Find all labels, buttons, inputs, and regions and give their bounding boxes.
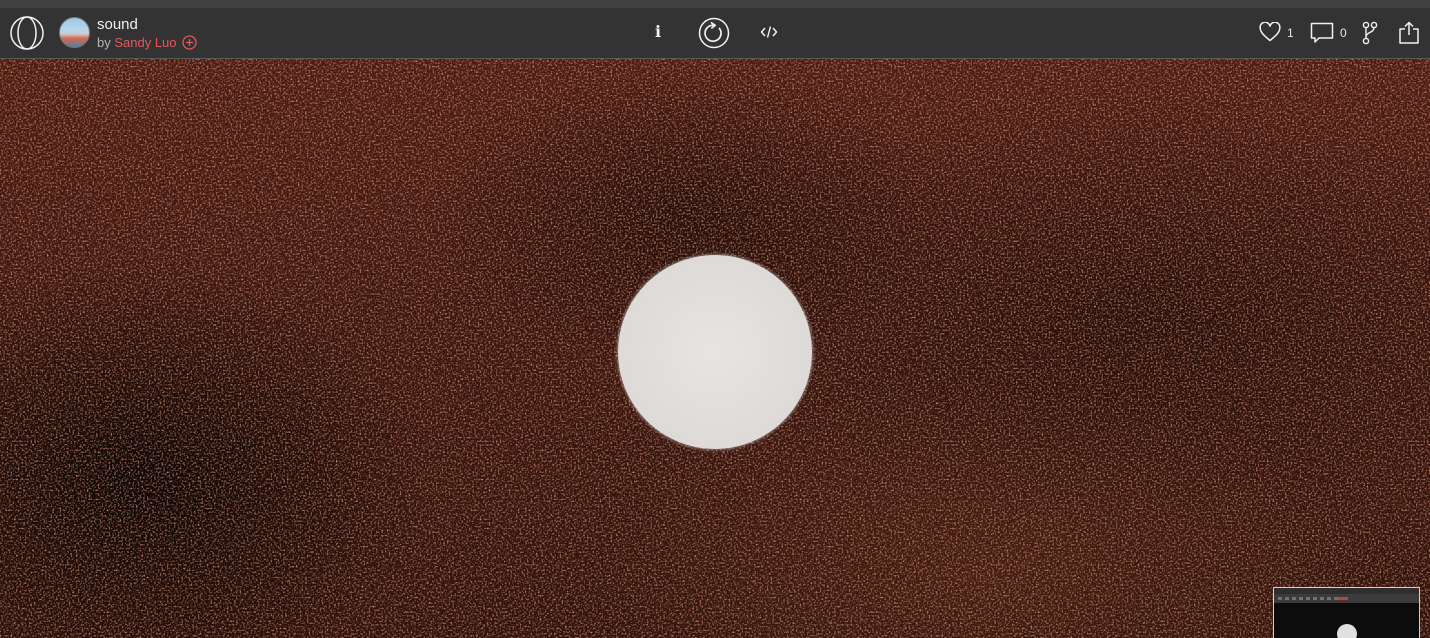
- sketch-canvas[interactable]: [0, 59, 1430, 638]
- restart-icon[interactable]: [698, 17, 730, 49]
- sketch-toolbar: sound by Sandy Luo i 1 0: [0, 8, 1430, 59]
- author-avatar[interactable]: [59, 17, 90, 48]
- sketch-byline: by Sandy Luo: [97, 35, 197, 50]
- heart-icon: [1259, 22, 1281, 42]
- plus-circle-icon[interactable]: [182, 35, 197, 50]
- white-circle: [618, 255, 812, 449]
- like-button[interactable]: 1: [1259, 21, 1299, 45]
- comment-icon: [1310, 22, 1334, 44]
- comment-count: 0: [1340, 26, 1347, 40]
- fork-icon[interactable]: [1362, 21, 1378, 45]
- comment-button[interactable]: 0: [1310, 21, 1350, 45]
- openprocessing-logo-icon[interactable]: [9, 16, 45, 50]
- like-count: 1: [1287, 26, 1294, 40]
- browser-top-strip: [0, 0, 1430, 8]
- preview-author: [1338, 597, 1348, 600]
- info-button[interactable]: i: [650, 22, 666, 44]
- author-link[interactable]: Sandy Luo: [114, 35, 176, 50]
- by-prefix: by: [97, 35, 111, 50]
- preview-icons: [1278, 597, 1338, 600]
- preview-circle: [1337, 624, 1357, 638]
- sketch-title: sound: [97, 16, 138, 33]
- share-icon[interactable]: [1398, 21, 1420, 45]
- thumbnail-preview[interactable]: [1273, 587, 1420, 638]
- code-icon[interactable]: [760, 24, 778, 40]
